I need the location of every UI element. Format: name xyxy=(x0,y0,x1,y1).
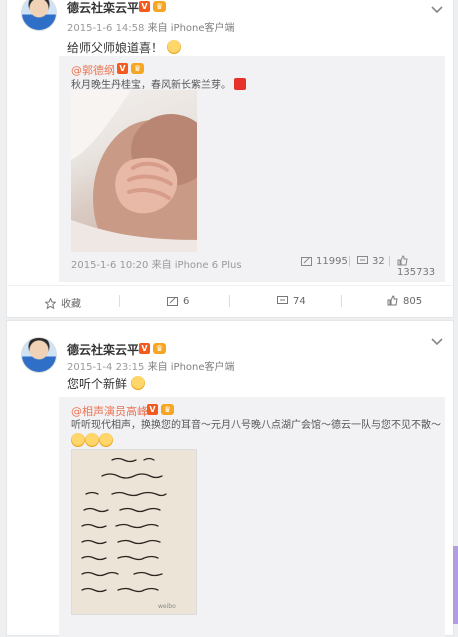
grin-emoji-icon xyxy=(130,376,145,390)
star-icon xyxy=(44,297,57,310)
post-text: 您听个新鲜 xyxy=(67,375,145,392)
laugh-emoji-icon xyxy=(99,433,113,447)
verified-badge-icon: V xyxy=(139,343,150,354)
username[interactable]: 德云社栾云平 xyxy=(67,0,139,16)
handwritten-lineup-photo: weibo xyxy=(72,450,196,614)
quoted-meta: 2015-1-6 10:20 来自 iPhone 6 Plus xyxy=(71,256,242,271)
vip-crown-icon: ♛ xyxy=(161,404,174,415)
action-bar: 收藏 6 74 805 xyxy=(7,285,453,316)
weibo-post-card: 德云社栾云平 V ♛ 2015-1-6 14:58 来自 iPhone客户端 给… xyxy=(6,0,454,318)
vip-crown-icon: ♛ xyxy=(131,63,144,74)
vip-crown-icon: ♛ xyxy=(153,1,166,12)
quoted-source[interactable]: 来自 iPhone 6 Plus xyxy=(152,260,242,271)
username[interactable]: 德云社栾云平 xyxy=(67,341,139,358)
divider xyxy=(119,295,120,307)
divider xyxy=(389,256,390,266)
repost-icon xyxy=(301,257,312,266)
divider xyxy=(341,295,342,307)
quoted-repost-count[interactable]: 11995 xyxy=(301,255,348,267)
post-time[interactable]: 2015-1-4 23:15 xyxy=(67,362,144,373)
thumb-up-icon xyxy=(387,295,398,306)
baby-hand-photo xyxy=(71,90,197,252)
quoted-like-count[interactable]: 135733 xyxy=(397,255,445,278)
post-photo[interactable] xyxy=(71,90,197,252)
divider xyxy=(349,256,350,266)
quoted-text: 听听现代相声，换换您的耳音～元月八号晚八点湖广会馆～德云一队与您不见不散～ xyxy=(71,419,443,450)
scrollbar-strip[interactable] xyxy=(453,546,458,624)
avatar[interactable] xyxy=(21,0,57,31)
weibo-post-card: 德云社栾云平 V ♛ 2015-1-4 23:15 来自 iPhone客户端 您… xyxy=(6,320,454,637)
divider xyxy=(229,295,230,307)
chevron-down-icon[interactable] xyxy=(431,337,443,347)
thumb-up-icon xyxy=(397,255,408,266)
verified-badge-icon: V xyxy=(147,404,158,415)
reposted-weibo: @郭德纲 V ♛ 秋月晚生丹桂宝，春风新长紫兰芽。 2015-1-6 10:20… xyxy=(59,56,445,282)
quoted-time[interactable]: 2015-1-6 10:20 xyxy=(71,260,148,271)
quoted-username[interactable]: @相声演员高峰 xyxy=(71,403,148,419)
post-source[interactable]: 来自 iPhone客户端 xyxy=(148,362,235,373)
repost-icon xyxy=(167,297,178,306)
post-source[interactable]: 来自 iPhone客户端 xyxy=(148,23,235,34)
comment-button[interactable]: 74 xyxy=(277,295,306,307)
post-meta: 2015-1-4 23:15 来自 iPhone客户端 xyxy=(67,358,235,373)
comment-icon xyxy=(277,296,288,304)
post-time[interactable]: 2015-1-6 14:58 xyxy=(67,23,144,34)
like-button[interactable]: 805 xyxy=(387,295,422,307)
smile-emoji-icon xyxy=(166,40,181,54)
quoted-username[interactable]: @郭德纲 xyxy=(71,62,115,78)
verified-badge-icon: V xyxy=(139,1,150,12)
laugh-emoji-icon xyxy=(85,433,99,447)
favorite-button[interactable]: 收藏 xyxy=(44,295,81,310)
repost-button[interactable]: 6 xyxy=(167,295,189,307)
post-photo[interactable]: weibo xyxy=(71,449,197,615)
post-text: 给师父师娘道喜！ xyxy=(67,39,181,56)
celebration-emoji-icon xyxy=(234,78,247,90)
avatar[interactable] xyxy=(21,337,57,373)
laugh-emoji-icon xyxy=(71,433,85,447)
post-meta: 2015-1-6 14:58 来自 iPhone客户端 xyxy=(67,19,235,34)
comment-icon xyxy=(357,256,368,264)
watermark: weibo xyxy=(158,603,176,610)
chevron-down-icon[interactable] xyxy=(431,5,443,15)
verified-badge-icon: V xyxy=(117,63,128,74)
reposted-weibo: @相声演员高峰 V ♛ 听听现代相声，换换您的耳音～元月八号晚八点湖广会馆～德云… xyxy=(59,397,445,637)
quoted-comment-count[interactable]: 32 xyxy=(357,255,385,267)
vip-crown-icon: ♛ xyxy=(153,343,166,354)
